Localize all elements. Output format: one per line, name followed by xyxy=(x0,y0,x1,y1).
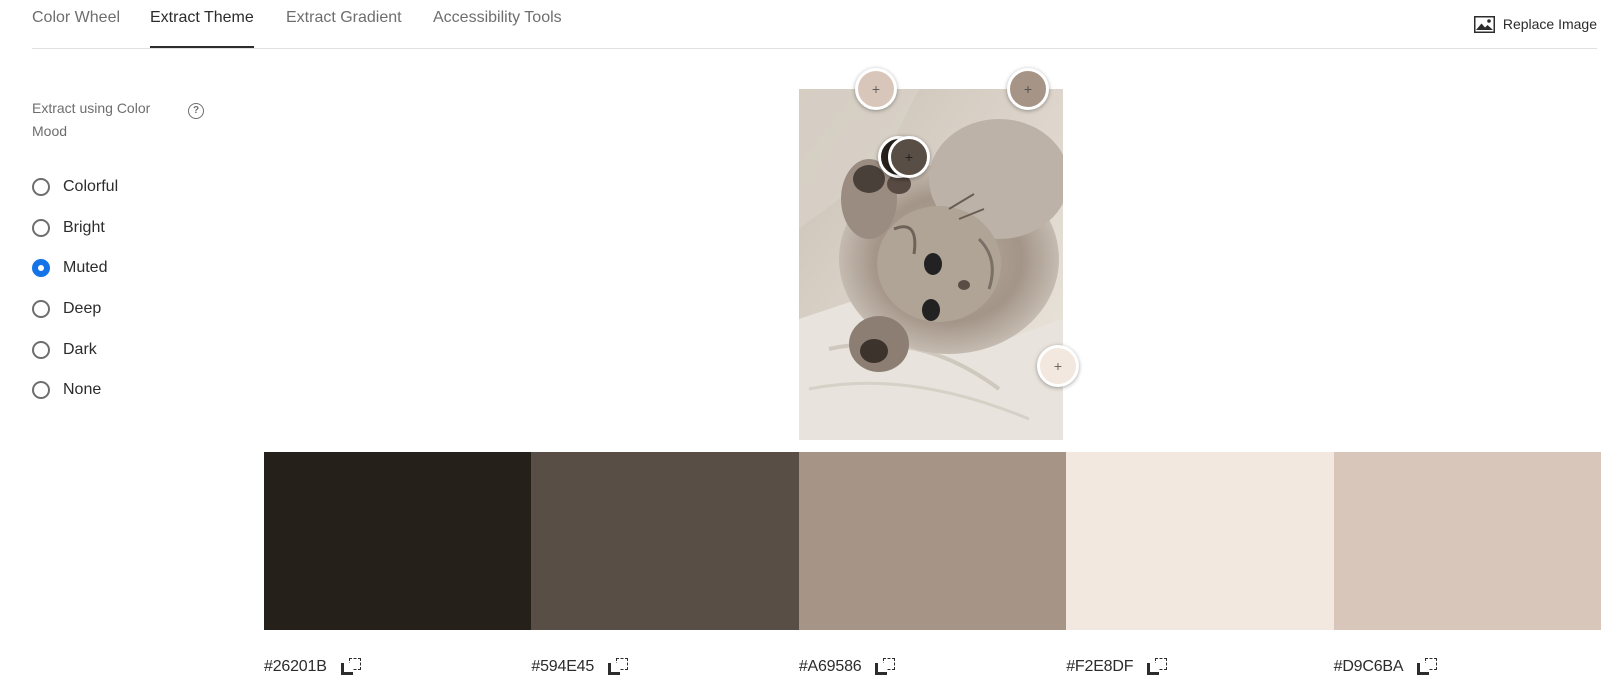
radio-button[interactable] xyxy=(32,259,50,278)
copy-icon[interactable] xyxy=(608,658,630,676)
color-picker-handle[interactable]: + xyxy=(888,136,930,178)
radio-label: Muted xyxy=(63,259,108,277)
hex-cell: #D9C6BA xyxy=(1334,655,1601,679)
color-mood-heading: Extract using Color Mood xyxy=(32,100,151,139)
copy-icon[interactable] xyxy=(875,658,897,676)
source-photo xyxy=(799,89,1063,440)
mood-option-muted[interactable]: Muted xyxy=(32,248,118,289)
theme-swatches xyxy=(264,452,1602,630)
copy-icon[interactable] xyxy=(1417,658,1439,676)
copy-icon[interactable] xyxy=(340,658,363,676)
image-icon xyxy=(1473,15,1495,33)
color-picker-handle[interactable]: + xyxy=(1007,68,1049,110)
radio-label: Dark xyxy=(63,340,97,358)
tab-extract-gradient[interactable]: Extract Gradient xyxy=(286,0,402,47)
hex-value[interactable]: #26201B xyxy=(264,658,327,676)
hex-value[interactable]: #A69586 xyxy=(799,658,862,676)
hex-cell: #26201B xyxy=(264,655,531,679)
hex-code-row: #26201B #594E45 #A69586 #F2E8DF #D9C6BA xyxy=(264,655,1601,679)
radio-button[interactable] xyxy=(32,381,50,400)
radio-label: Bright xyxy=(63,218,105,236)
tab-bar: Color Wheel Extract Theme Extract Gradie… xyxy=(32,0,1597,49)
color-swatch[interactable] xyxy=(1066,452,1334,630)
copy-icon[interactable] xyxy=(1147,658,1169,676)
color-swatch[interactable] xyxy=(798,452,1067,630)
radio-button[interactable] xyxy=(32,300,50,319)
tab-accessibility-tools[interactable]: Accessibility Tools xyxy=(433,0,562,47)
replace-image-label: Replace Image xyxy=(1502,16,1597,32)
tab-color-wheel[interactable]: Color Wheel xyxy=(32,0,120,47)
color-picker-handle[interactable]: + xyxy=(1037,345,1079,387)
radio-button[interactable] xyxy=(32,218,50,237)
mood-option-deep[interactable]: Deep xyxy=(32,289,118,330)
radio-label: Deep xyxy=(63,300,102,318)
radio-button[interactable] xyxy=(32,340,50,359)
color-mood-radio-group: Colorful Bright Muted Deep Dark None xyxy=(32,167,118,411)
color-picker-handle[interactable]: + xyxy=(855,68,897,110)
color-swatch[interactable] xyxy=(1333,452,1602,630)
color-swatch[interactable] xyxy=(531,452,799,630)
hex-value[interactable]: #594E45 xyxy=(531,658,594,676)
tab-extract-theme[interactable]: Extract Theme xyxy=(150,0,254,48)
mood-option-none[interactable]: None xyxy=(32,370,118,411)
mood-option-dark[interactable]: Dark xyxy=(32,329,118,370)
mood-option-colorful[interactable]: Colorful xyxy=(32,167,118,208)
hex-cell: #594E45 xyxy=(531,655,798,679)
hex-value[interactable]: #F2E8DF xyxy=(1066,658,1133,676)
replace-image-button[interactable]: Replace Image xyxy=(1473,14,1597,34)
mood-option-bright[interactable]: Bright xyxy=(32,208,118,249)
hex-value[interactable]: #D9C6BA xyxy=(1334,658,1404,676)
radio-label: Colorful xyxy=(63,178,119,196)
hex-cell: #A69586 xyxy=(799,655,1066,679)
radio-label: None xyxy=(63,381,102,399)
help-icon[interactable]: ? xyxy=(188,103,204,119)
radio-button[interactable] xyxy=(32,178,50,197)
hex-cell: #F2E8DF xyxy=(1066,655,1333,679)
color-swatch[interactable] xyxy=(264,452,532,630)
